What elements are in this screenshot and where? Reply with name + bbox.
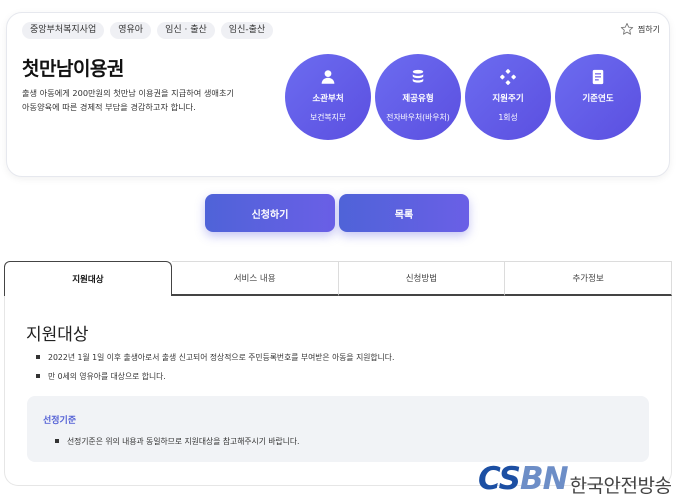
star-icon — [620, 23, 634, 35]
action-buttons: 신청하기 목록 — [205, 194, 469, 232]
info-circle-base-year: 기준연도 — [555, 54, 641, 140]
info-circle-label: 제공유형 — [402, 94, 434, 104]
broadcaster-watermark: CSBN 한국안전방송 — [478, 461, 672, 498]
tab-additional-info[interactable]: 추가정보 — [505, 261, 672, 296]
tag-chip[interactable]: 임신-출산 — [220, 22, 274, 39]
watermark-logo: CSBN — [478, 461, 569, 497]
watermark-logo-suffix: BN — [519, 461, 569, 497]
info-circle-cycle: 지원주기 1회성 — [465, 54, 551, 140]
watermark-text: 한국안전방송 — [569, 475, 672, 497]
watermark-logo-prefix: CS — [478, 461, 521, 497]
coins-icon — [412, 69, 424, 83]
tag-chip[interactable]: 임신 · 출산 — [157, 22, 215, 39]
info-circle-department: 소관부처 보건복지부 — [285, 54, 371, 140]
criteria-title: 선정기준 — [43, 416, 77, 426]
bookmark-button[interactable]: 찜하기 — [620, 22, 660, 36]
tag-chip[interactable]: 중앙부처복지사업 — [22, 22, 105, 39]
eligibility-list: 2022년 1월 1일 이후 출생아로서 출생 신고되어 정상적으로 주민등록번… — [36, 348, 394, 386]
person-icon — [321, 70, 335, 84]
tab-service-content[interactable]: 서비스 내용 — [171, 261, 339, 296]
criteria-item: 선정기준은 위의 내용과 동일하므로 지원대상을 참고해주시기 바랍니다. — [55, 436, 300, 447]
info-circle-label: 지원주기 — [492, 94, 524, 104]
selection-criteria-box: 선정기준 선정기준은 위의 내용과 동일하므로 지원대상을 참고해주시기 바랍니… — [27, 396, 649, 462]
tag-chip[interactable]: 영유아 — [110, 22, 152, 39]
document-icon — [592, 69, 604, 85]
program-description: 출생 아동에게 200만원의 첫만남 이용권을 지급하여 생애초기 아동양육에 … — [22, 88, 235, 112]
bookmark-label: 찜하기 — [637, 24, 660, 34]
detail-tabs: 지원대상 서비스 내용 신청방법 추가정보 — [4, 261, 672, 296]
category-tags: 중앙부처복지사업 영유아 임신 · 출산 임신-출산 — [22, 22, 274, 39]
apply-button[interactable]: 신청하기 — [205, 194, 335, 232]
tab-eligibility[interactable]: 지원대상 — [4, 261, 172, 296]
list-item: 만 0세의 영유아를 대상으로 합니다. — [36, 367, 394, 386]
info-circle-value: 1회성 — [498, 113, 518, 122]
tab-how-to-apply[interactable]: 신청방법 — [338, 261, 506, 296]
info-circles: 소관부처 보건복지부 제공유형 전자바우처(바우처) 지원주기 1회성 기준연도 — [285, 54, 641, 140]
info-circle-value: 전자바우처(바우처) — [386, 113, 450, 122]
section-title: 지원대상 — [26, 325, 89, 345]
program-title: 첫만남이용권 — [22, 58, 124, 80]
info-circle-label: 소관부처 — [312, 94, 344, 104]
info-circle-label: 기준연도 — [582, 94, 614, 104]
list-button[interactable]: 목록 — [339, 194, 469, 232]
cycle-icon — [500, 69, 516, 85]
info-circle-provision-type: 제공유형 전자바우처(바우처) — [375, 54, 461, 140]
list-item: 2022년 1월 1일 이후 출생아로서 출생 신고되어 정상적으로 주민등록번… — [36, 348, 394, 367]
info-circle-value: 보건복지부 — [310, 113, 346, 122]
